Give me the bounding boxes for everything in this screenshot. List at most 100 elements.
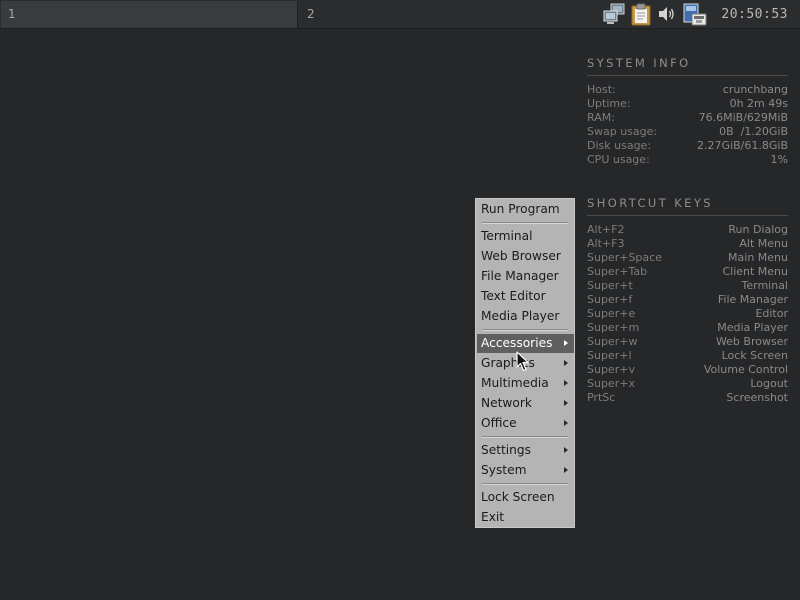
- submenu-arrow-icon: [564, 340, 568, 346]
- menu-item-file-manager[interactable]: File Manager: [477, 267, 574, 286]
- top-panel: 1 2 20:50:53: [0, 0, 800, 29]
- info-value: 0h 2m 49s: [729, 97, 788, 110]
- shortcut-row: Super+v Volume Control: [587, 363, 788, 377]
- shortcut-action: Volume Control: [703, 363, 788, 376]
- shortcut-key: Alt+F3: [587, 237, 625, 250]
- shortcut-row: Super+l Lock Screen: [587, 349, 788, 363]
- shortcut-row: Super+f File Manager: [587, 293, 788, 307]
- shortcut-key: Super+m: [587, 321, 640, 334]
- menu-item-system[interactable]: System: [477, 461, 574, 480]
- desktop-1-button[interactable]: 1: [1, 1, 298, 28]
- menu-separator: [482, 329, 568, 331]
- info-label: Swap usage:: [587, 125, 658, 138]
- shortcut-key: Super+x: [587, 377, 635, 390]
- shortcut-row: PrtSc Screenshot: [587, 391, 788, 405]
- system-info-widget: SYSTEM INFO Host: crunchbang Uptime: 0h 2m…: [587, 56, 788, 167]
- system-info-heading: SYSTEM INFO: [587, 56, 788, 76]
- info-label: CPU usage:: [587, 153, 650, 166]
- shortcut-row: Super+Space Main Menu: [587, 251, 788, 265]
- info-value: 1%: [770, 153, 788, 166]
- clock: 20:50:53: [721, 7, 788, 22]
- info-label: RAM:: [587, 111, 615, 124]
- menu-item-text-editor[interactable]: Text Editor: [477, 287, 574, 306]
- info-value: 0B /1.20GiB: [719, 125, 788, 138]
- shortcut-action: Web Browser: [715, 335, 788, 348]
- shortcut-action: Editor: [755, 307, 788, 320]
- shortcut-keys-heading: SHORTCUT KEYS: [587, 196, 788, 216]
- menu-item-label: Settings: [481, 443, 531, 457]
- submenu-arrow-icon: [564, 420, 568, 426]
- submenu-arrow-icon: [564, 400, 568, 406]
- shortcut-row: Super+e Editor: [587, 307, 788, 321]
- menu-item-exit[interactable]: Exit: [477, 508, 574, 527]
- shortcut-row: Super+Tab Client Menu: [587, 265, 788, 279]
- shortcut-row: Super+m Media Player: [587, 321, 788, 335]
- shortcut-key: Super+Space: [587, 251, 662, 264]
- shortcut-key: Super+t: [587, 279, 633, 292]
- shortcut-action: Media Player: [717, 321, 788, 334]
- menu-item-multimedia[interactable]: Multimedia: [477, 374, 574, 393]
- shortcut-key: Super+v: [587, 363, 635, 376]
- menu-separator: [482, 483, 568, 485]
- shortcut-row: Super+w Web Browser: [587, 335, 788, 349]
- network-icon[interactable]: [602, 2, 626, 27]
- submenu-arrow-icon: [564, 467, 568, 473]
- shortcut-action: Main Menu: [728, 251, 788, 264]
- clipboard-icon[interactable]: [629, 2, 653, 27]
- shortcut-action: Screenshot: [726, 391, 788, 404]
- system-info-row: Host: crunchbang: [587, 83, 788, 97]
- menu-item-lock-screen[interactable]: Lock Screen: [477, 488, 574, 507]
- shortcut-action: Terminal: [741, 279, 789, 292]
- shortcut-key: Super+e: [587, 307, 636, 320]
- system-info-row: Uptime: 0h 2m 49s: [587, 97, 788, 111]
- menu-item-office[interactable]: Office: [477, 414, 574, 433]
- system-tray: [600, 2, 712, 27]
- shortcut-action: Client Menu: [722, 265, 788, 278]
- menu-item-label: System: [481, 463, 527, 477]
- menu-separator: [482, 436, 568, 438]
- shortcut-action: Lock Screen: [721, 349, 788, 362]
- shortcut-key: Super+f: [587, 293, 633, 306]
- menu-item-web-browser[interactable]: Web Browser: [477, 247, 574, 266]
- menu-item-terminal[interactable]: Terminal: [477, 227, 574, 246]
- shortcut-keys-widget: SHORTCUT KEYS Alt+F2 Run Dialog Alt+F3 Alt…: [587, 196, 788, 405]
- system-info-row: RAM: 76.6MiB/629MiB: [587, 111, 788, 125]
- submenu-arrow-icon: [564, 447, 568, 453]
- system-info-row: CPU usage: 1%: [587, 153, 788, 167]
- info-value: 76.6MiB/629MiB: [698, 111, 788, 124]
- shortcut-row: Super+x Logout: [587, 377, 788, 391]
- system-info-row: Swap usage: 0B /1.20GiB: [587, 125, 788, 139]
- shortcut-key: Super+l: [587, 349, 632, 362]
- menu-item-label: Network: [481, 396, 532, 410]
- info-label: Uptime:: [587, 97, 631, 110]
- shortcut-key: Super+Tab: [587, 265, 648, 278]
- menu-separator: [482, 222, 568, 224]
- shortcut-row: Alt+F3 Alt Menu: [587, 237, 788, 251]
- menu-item-label: Accessories: [481, 336, 553, 350]
- info-value: crunchbang: [722, 83, 788, 96]
- info-value: 2.27GiB/61.8GiB: [697, 139, 788, 152]
- volume-icon[interactable]: [655, 2, 679, 27]
- menu-item-label: Multimedia: [481, 376, 549, 390]
- desktop-2-button[interactable]: 2: [299, 1, 599, 28]
- shortcut-action: Logout: [750, 377, 788, 390]
- menu-item-settings[interactable]: Settings: [477, 441, 574, 460]
- shortcut-row: Super+t Terminal: [587, 279, 788, 293]
- shortcut-row: Alt+F2 Run Dialog: [587, 223, 788, 237]
- shortcut-key: PrtSc: [587, 391, 616, 404]
- update-manager-icon[interactable]: [682, 2, 707, 27]
- shortcut-key: Alt+F2: [587, 223, 625, 236]
- submenu-arrow-icon: [564, 380, 568, 386]
- shortcut-key: Super+w: [587, 335, 638, 348]
- info-label: Disk usage:: [587, 139, 652, 152]
- info-label: Host:: [587, 83, 616, 96]
- system-info-row: Disk usage: 2.27GiB/61.8GiB: [587, 139, 788, 153]
- submenu-arrow-icon: [564, 360, 568, 366]
- menu-item-run-program[interactable]: Run Program: [477, 200, 574, 219]
- shortcut-action: Run Dialog: [728, 223, 788, 236]
- menu-item-network[interactable]: Network: [477, 394, 574, 413]
- menu-item-label: Office: [481, 416, 517, 430]
- mouse-pointer-icon: [516, 351, 530, 373]
- menu-item-media-player[interactable]: Media Player: [477, 307, 574, 326]
- shortcut-action: File Manager: [717, 293, 788, 306]
